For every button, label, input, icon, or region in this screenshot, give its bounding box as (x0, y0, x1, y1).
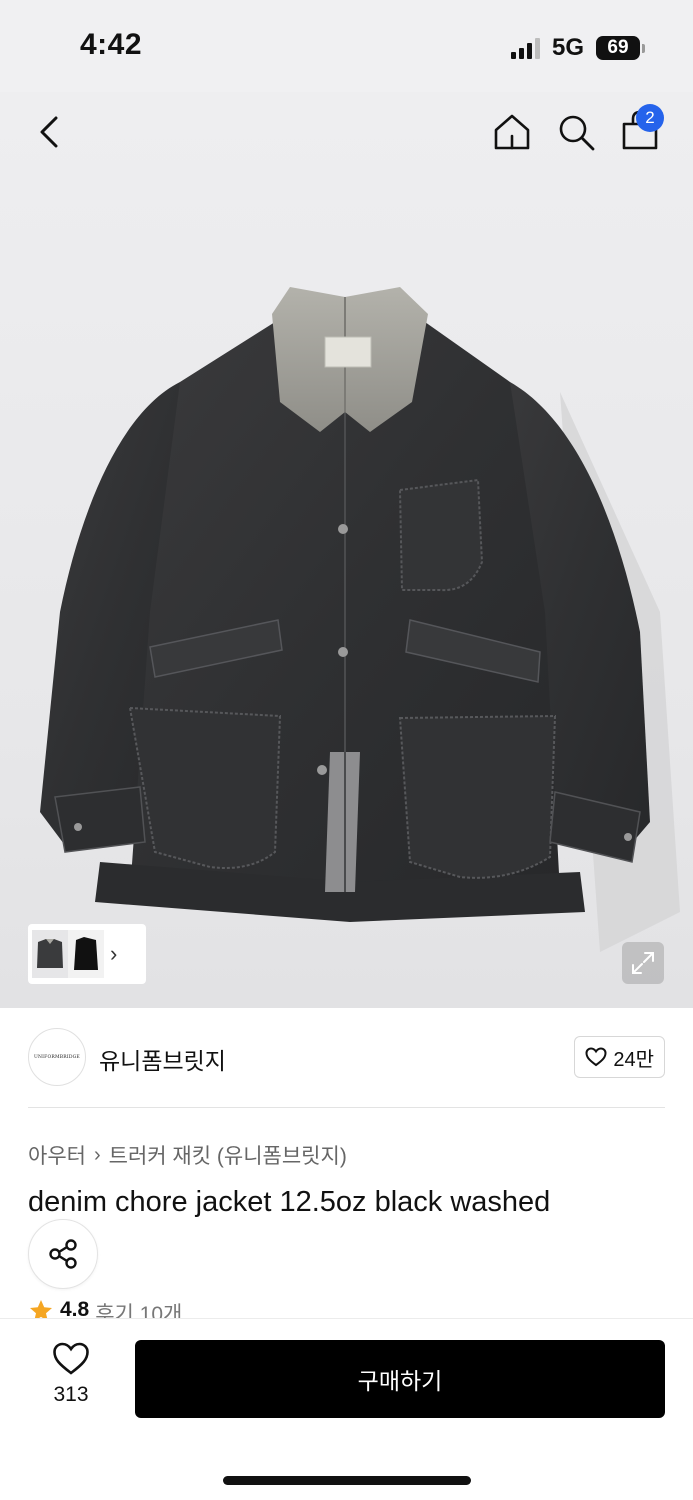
brand-like-button[interactable]: 24만 (574, 1036, 665, 1078)
home-indicator (223, 1476, 471, 1485)
buy-button[interactable]: 구매하기 (135, 1340, 665, 1418)
brand-logo[interactable]: UNIFORMBRIDGE (28, 1028, 86, 1086)
rating-row[interactable]: 4.8 후기 10개 (28, 1298, 182, 1318)
battery-icon: 69 (596, 36, 645, 60)
status-time: 4:42 (80, 28, 143, 61)
search-icon (559, 115, 595, 151)
breadcrumb-category[interactable]: 아우터 (28, 1140, 86, 1170)
chevron-left-icon (40, 116, 58, 148)
heart-icon (585, 1047, 607, 1067)
breadcrumb: 아우터 › 트러커 재킷 (유니폼브릿지) (28, 1140, 347, 1170)
status-bar: 4:42 5G 69 (0, 0, 693, 92)
breadcrumb-subcategory[interactable]: 트러커 재킷 (유니폼브릿지) (109, 1140, 347, 1170)
product-title: denim chore jacket 12.5oz black washed (28, 1186, 551, 1218)
brand-row[interactable]: UNIFORMBRIDGE 유니폼브릿지 24만 (28, 1028, 665, 1086)
signal-icon (510, 37, 540, 59)
star-icon (30, 1300, 52, 1318)
search-button[interactable] (554, 110, 598, 154)
brand-logo-text: UNIFORMBRIDGE (34, 1054, 80, 1060)
expand-icon (632, 952, 654, 974)
back-button[interactable] (30, 112, 70, 152)
wishlist-count: 313 (53, 1383, 89, 1406)
home-button[interactable] (490, 110, 534, 154)
thumbnail-2[interactable] (68, 930, 104, 978)
brand-name[interactable]: 유니폼브릿지 (99, 1042, 226, 1076)
rating-score: 4.8 (60, 1298, 90, 1318)
battery-level: 69 (596, 36, 640, 60)
product-image-carousel[interactable] (0, 92, 693, 1008)
breadcrumb-separator: › (93, 1143, 101, 1166)
chevron-right-icon[interactable]: › (110, 941, 117, 967)
thumbnail-1[interactable] (32, 930, 68, 978)
product-image (40, 287, 680, 952)
thumbnail-strip[interactable]: › (28, 924, 146, 984)
home-icon (494, 114, 530, 150)
expand-image-button[interactable] (622, 942, 664, 984)
share-button[interactable] (28, 1219, 98, 1289)
network-type: 5G (551, 34, 584, 61)
share-icon (49, 1239, 77, 1269)
wishlist-button[interactable]: 313 (38, 1342, 104, 1407)
brand-like-count: 24만 (613, 1048, 654, 1071)
divider (28, 1107, 665, 1108)
cart-count-badge: 2 (636, 104, 664, 132)
status-indicators: 5G 69 (510, 34, 645, 62)
review-count[interactable]: 후기 10개 (95, 1298, 182, 1318)
heart-icon (53, 1342, 89, 1375)
